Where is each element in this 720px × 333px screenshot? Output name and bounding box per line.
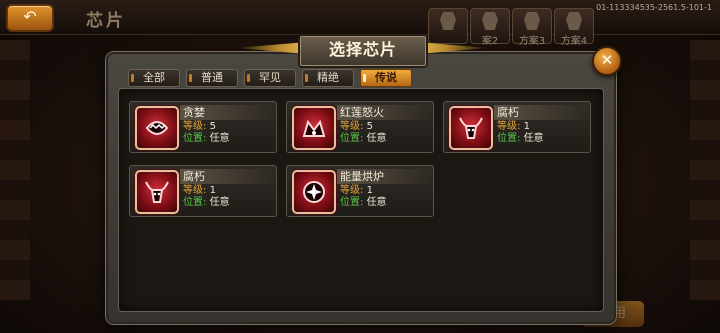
- rarity-filter-tabs: 全部 普通 罕见 精绝 传说: [128, 69, 412, 87]
- chip-name: 腐朽: [494, 105, 591, 120]
- chip-level: 等级: 5: [183, 121, 216, 132]
- top-bar: ↶ 芯片 01-113334535-2561.5-101-1: [0, 0, 720, 35]
- horned-skull-icon: [449, 106, 493, 150]
- chip-slot: 位置: 任意: [340, 197, 387, 208]
- chip-slot: 位置: 任意: [183, 133, 230, 144]
- chip-card-energy-furnace[interactable]: 能量烘炉 等级: 1 位置: 任意: [286, 165, 434, 217]
- scheme-tab-1[interactable]: [428, 8, 468, 44]
- filter-tab-all[interactable]: 全部: [128, 69, 180, 87]
- filter-tab-rare[interactable]: 罕见: [244, 69, 296, 87]
- scheme-icon: [524, 12, 540, 30]
- horned-skull-icon: [135, 170, 179, 214]
- maw-icon: [135, 106, 179, 150]
- close-button[interactable]: ✕: [592, 46, 622, 76]
- chip-slot: 位置: 任意: [183, 197, 230, 208]
- back-button[interactable]: ↶: [6, 4, 54, 32]
- chip-select-dialog: 选择芯片 ✕ 全部 普通 罕见 精绝 传说 贪婪 等级: 5 位置: 任意 红莲…: [106, 34, 622, 324]
- background-left-panel: [0, 40, 30, 300]
- chip-level: 等级: 1: [497, 121, 530, 132]
- page-title: 芯片: [86, 11, 126, 31]
- background-right-panel: [690, 40, 720, 300]
- chip-slot: 位置: 任意: [340, 133, 387, 144]
- energy-furnace-icon: [292, 170, 336, 214]
- chip-level: 等级: 1: [183, 185, 216, 196]
- filter-tab-common[interactable]: 普通: [186, 69, 238, 87]
- close-icon: ✕: [600, 51, 614, 69]
- chip-card-greed[interactable]: 贪婪 等级: 5 位置: 任意: [129, 101, 277, 153]
- version-label: 01-113334535-2561.5-101-1: [596, 3, 712, 12]
- scheme-icon: [482, 12, 498, 30]
- chip-name: 贪婪: [180, 105, 277, 120]
- chip-card-decay[interactable]: 腐朽 等级: 1 位置: 任意: [443, 101, 591, 153]
- scheme-tab-3[interactable]: 方案3: [512, 8, 552, 47]
- chip-slot: 位置: 任意: [497, 133, 544, 144]
- chip-list: 贪婪 等级: 5 位置: 任意 红莲怒火 等级: 5 位置: 任意 腐朽 等级:…: [118, 88, 604, 312]
- filter-tab-legendary[interactable]: 传说: [360, 69, 412, 87]
- chip-card-red-lotus-fury[interactable]: 红莲怒火 等级: 5 位置: 任意: [286, 101, 434, 153]
- scheme-icon: [566, 12, 582, 30]
- chip-level: 等级: 1: [340, 185, 373, 196]
- scheme-tab-4[interactable]: 方案4: [554, 8, 594, 47]
- chip-card-decay[interactable]: 腐朽 等级: 1 位置: 任意: [129, 165, 277, 217]
- flame-crown-icon: [292, 106, 336, 150]
- dialog-title: 选择芯片: [298, 34, 428, 68]
- chip-name: 腐朽: [180, 169, 277, 184]
- scheme-tab-2[interactable]: 案2: [470, 8, 510, 47]
- chip-name: 红莲怒火: [337, 105, 434, 120]
- chip-name: 能量烘炉: [337, 169, 434, 184]
- chip-level: 等级: 5: [340, 121, 373, 132]
- filter-tab-epic[interactable]: 精绝: [302, 69, 354, 87]
- back-arrow-icon: ↶: [23, 7, 37, 26]
- scheme-icon: [440, 12, 456, 30]
